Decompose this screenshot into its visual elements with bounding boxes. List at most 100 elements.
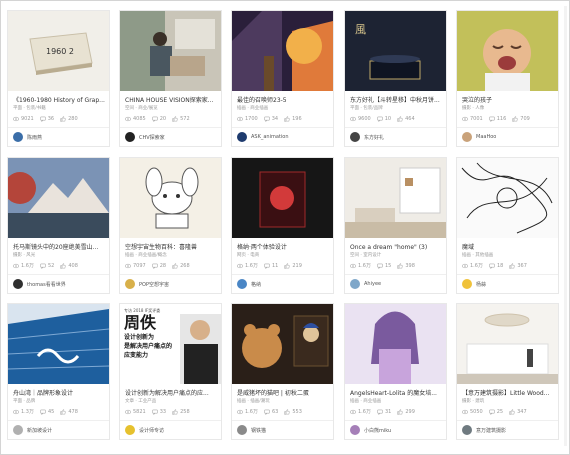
work-card[interactable]: 是威猪坏的猫吧 | 初秋二蛋 插画 · 插画/潮玩 1.6万 63 553 钢铁… <box>231 303 334 440</box>
avatar[interactable] <box>13 279 23 289</box>
avatar[interactable] <box>350 132 360 142</box>
work-card[interactable]: 托马斯镜头中的20座绝美雪山... 摄影 · 风光 1.6万 52 408 th… <box>7 157 110 294</box>
author-name[interactable]: 格纳 <box>251 281 261 288</box>
thumbs-up-icon[interactable] <box>512 116 518 122</box>
avatar[interactable] <box>462 279 472 289</box>
work-card[interactable]: 格纳·两个体验设计 网页 · 电商 1.6万 11 219 格纳 <box>231 157 334 294</box>
author-name[interactable]: Ahiyee <box>364 281 381 287</box>
work-title[interactable]: 东方好礼【斗转星移】中秋月饼... <box>350 96 443 105</box>
work-title[interactable]: 【意万建筑摄影】Little Wood... <box>462 389 555 398</box>
scrollbar[interactable] <box>564 6 567 446</box>
work-thumbnail[interactable] <box>457 11 558 91</box>
author-row[interactable]: CHV探索家 <box>125 131 218 143</box>
work-thumbnail[interactable] <box>232 158 333 238</box>
work-title[interactable]: Once a dream "home" (3) <box>350 243 443 252</box>
author-name[interactable]: 新加坡设计 <box>27 427 52 434</box>
author-row[interactable]: 东方好礼 <box>350 131 443 143</box>
work-card[interactable]: Once a dream "home" (3) 空间 · 室内设计 1.6万 1… <box>344 157 447 294</box>
work-card[interactable]: CHINA HOUSE VISION探索家... 空间 · 商业/展览 4085… <box>119 10 222 147</box>
work-card[interactable]: 空想宇宙生物百科：喜隆兽 插画 · 商业插画/概念 7097 28 268 PO… <box>119 157 222 294</box>
thumbs-up-icon[interactable] <box>172 116 178 122</box>
thumbs-up-icon[interactable] <box>509 263 515 269</box>
author-name[interactable]: 东方好礼 <box>364 134 384 141</box>
author-row[interactable]: 格纳 <box>237 278 330 290</box>
thumbs-up-icon[interactable] <box>509 409 515 415</box>
author-row[interactable]: ASK_animation <box>237 131 330 143</box>
work-title[interactable]: 托马斯镜头中的20座绝美雪山... <box>13 243 106 252</box>
thumbs-up-icon[interactable] <box>284 263 290 269</box>
thumbs-up-icon[interactable] <box>172 409 178 415</box>
work-title[interactable]: AngelsHeart-Lolita 的魔女培... <box>350 389 443 398</box>
work-title[interactable]: 设计创新为解决用户痛点的应... <box>125 389 218 398</box>
author-row[interactable]: POP空想宇宙 <box>125 278 218 290</box>
author-name[interactable]: 设计师专访 <box>139 427 164 434</box>
work-card[interactable]: 風 东方好礼【斗转星移】中秋月饼... 平面 · 包装/品牌 9600 10 4… <box>344 10 447 147</box>
avatar[interactable] <box>125 132 135 142</box>
work-title[interactable]: 格纳·两个体验设计 <box>237 243 330 252</box>
work-card[interactable]: 哭泣的孩子 摄影 · 人像 7001 116 709 MaaHoo <box>456 10 559 147</box>
thumbs-up-icon[interactable] <box>397 116 403 122</box>
author-row[interactable]: 小白熊miku <box>350 424 443 436</box>
work-card[interactable]: 魔域 插画 · 其他插画 1.6万 18 367 杨蒜 <box>456 157 559 294</box>
work-card[interactable]: 专访 2018 IF奖评委 周佚 设计创新为 是解决用户痛点的 应变能力 设计创… <box>119 303 222 440</box>
avatar[interactable] <box>13 132 23 142</box>
author-name[interactable]: 小白熊miku <box>364 427 391 434</box>
thumbs-up-icon[interactable] <box>172 263 178 269</box>
author-row[interactable]: 设计师专访 <box>125 424 218 436</box>
thumbs-up-icon[interactable] <box>284 116 290 122</box>
work-title[interactable]: 空想宇宙生物百科：喜隆兽 <box>125 243 218 252</box>
thumbs-up-icon[interactable] <box>60 116 66 122</box>
work-thumbnail[interactable]: 風 <box>345 11 446 91</box>
work-title[interactable]: 《1960-1980 History of Grap... <box>13 96 106 105</box>
work-title[interactable]: 最佳的召唤师23-5 <box>237 96 330 105</box>
work-thumbnail[interactable] <box>457 304 558 384</box>
work-thumbnail[interactable] <box>232 11 333 91</box>
author-row[interactable]: 意万建筑摄影 <box>462 424 555 436</box>
author-name[interactable]: 钢铁猫 <box>251 427 266 434</box>
avatar[interactable] <box>125 279 135 289</box>
work-thumbnail[interactable] <box>120 158 221 238</box>
work-thumbnail[interactable] <box>345 304 446 384</box>
work-title[interactable]: 哭泣的孩子 <box>462 96 555 105</box>
author-name[interactable]: POP空想宇宙 <box>139 281 169 288</box>
work-card[interactable]: 舟山湾｜品牌形象设计 平面 · 品牌 1.3万 45 478 新加坡设计 <box>7 303 110 440</box>
avatar[interactable] <box>125 425 135 435</box>
author-name[interactable]: 陈雨燕 <box>27 134 42 141</box>
avatar[interactable] <box>350 279 360 289</box>
avatar[interactable] <box>462 425 472 435</box>
work-thumbnail[interactable] <box>8 158 109 238</box>
author-name[interactable]: MaaHoo <box>476 134 496 140</box>
author-row[interactable]: 钢铁猫 <box>237 424 330 436</box>
author-row[interactable]: thomas看看世界 <box>13 278 106 290</box>
work-thumbnail[interactable] <box>8 304 109 384</box>
thumbs-up-icon[interactable] <box>397 263 403 269</box>
work-thumbnail[interactable]: 专访 2018 IF奖评委 周佚 设计创新为 是解决用户痛点的 应变能力 <box>120 304 221 384</box>
work-thumbnail[interactable] <box>345 158 446 238</box>
work-card[interactable]: 1960 2 《1960-1980 History of Grap... 平面 … <box>7 10 110 147</box>
work-title[interactable]: 舟山湾｜品牌形象设计 <box>13 389 106 398</box>
work-card[interactable]: AngelsHeart-Lolita 的魔女培... 插画 · 商业插画 1.6… <box>344 303 447 440</box>
author-name[interactable]: thomas看看世界 <box>27 281 66 288</box>
work-thumbnail[interactable] <box>232 304 333 384</box>
author-row[interactable]: Ahiyee <box>350 278 443 290</box>
work-card[interactable]: 最佳的召唤师23-5 插画 · 商业插画 1700 34 196 ASK_ani… <box>231 10 334 147</box>
author-row[interactable]: 陈雨燕 <box>13 131 106 143</box>
author-row[interactable]: MaaHoo <box>462 131 555 143</box>
thumbs-up-icon[interactable] <box>284 409 290 415</box>
work-title[interactable]: 魔域 <box>462 243 555 252</box>
author-row[interactable]: 新加坡设计 <box>13 424 106 436</box>
thumbs-up-icon[interactable] <box>397 409 403 415</box>
work-thumbnail[interactable] <box>120 11 221 91</box>
thumbs-up-icon[interactable] <box>60 409 66 415</box>
work-thumbnail[interactable] <box>457 158 558 238</box>
author-row[interactable]: 杨蒜 <box>462 278 555 290</box>
avatar[interactable] <box>237 425 247 435</box>
author-name[interactable]: ASK_animation <box>251 134 289 140</box>
author-name[interactable]: 意万建筑摄影 <box>476 427 506 434</box>
work-card[interactable]: 【意万建筑摄影】Little Wood... 摄影 · 建筑 5050 25 3… <box>456 303 559 440</box>
work-thumbnail[interactable]: 1960 2 <box>8 11 109 91</box>
avatar[interactable] <box>13 425 23 435</box>
avatar[interactable] <box>462 132 472 142</box>
author-name[interactable]: CHV探索家 <box>139 134 165 141</box>
work-title[interactable]: 是威猪坏的猫吧 | 初秋二蛋 <box>237 389 330 398</box>
